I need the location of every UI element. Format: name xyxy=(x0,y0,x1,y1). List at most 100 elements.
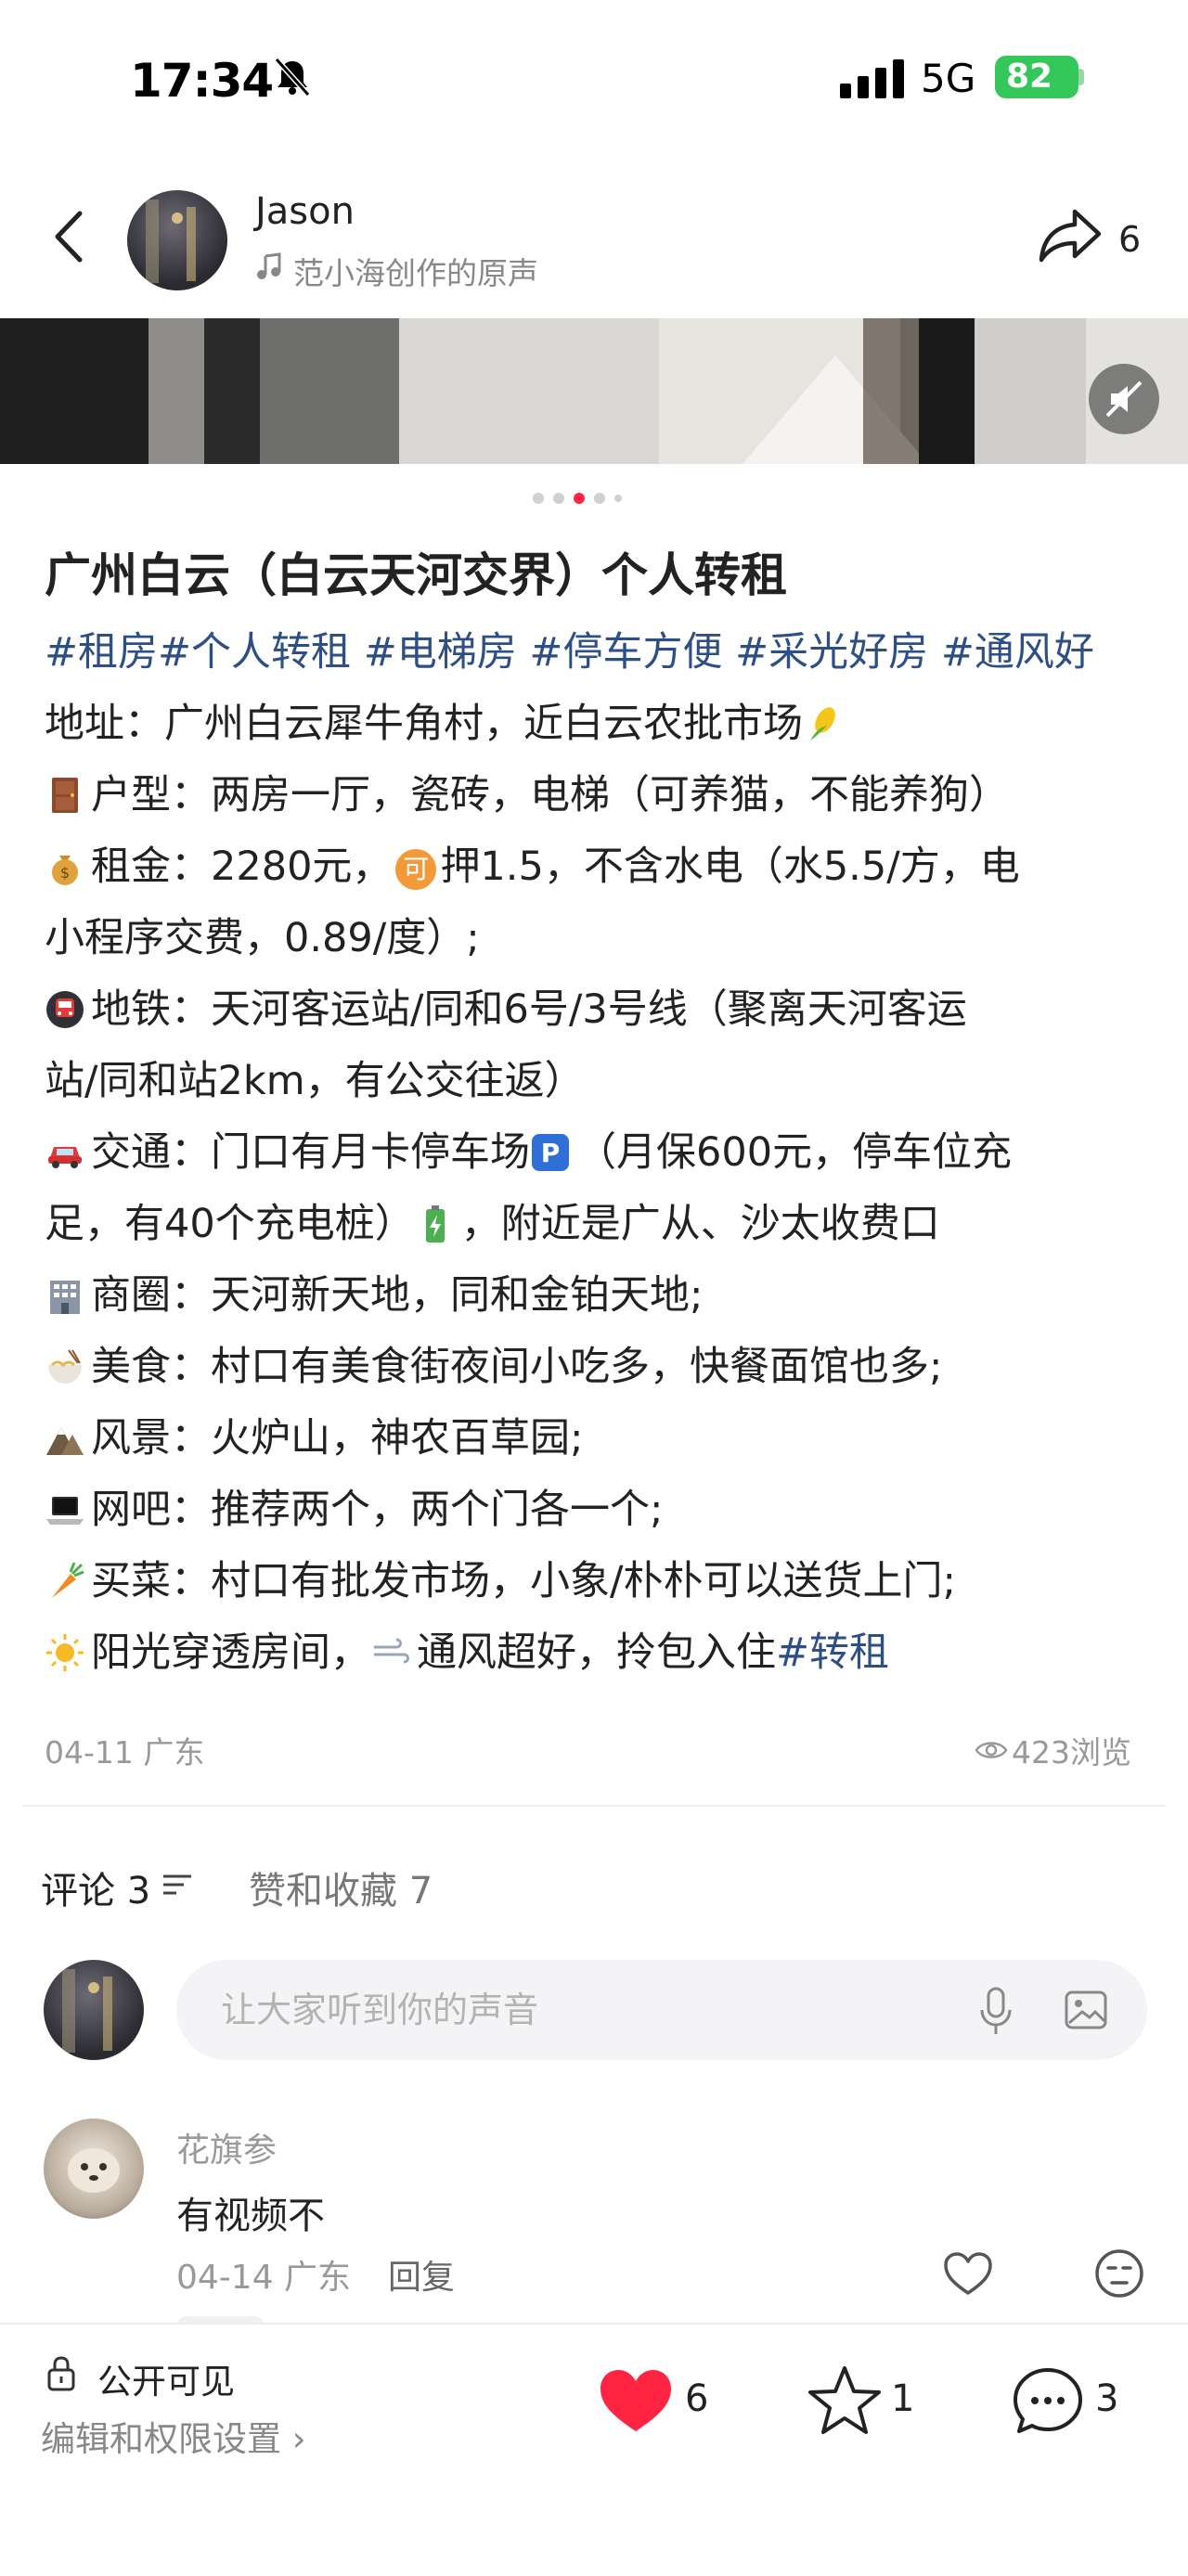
parking-icon: P xyxy=(532,1134,569,1171)
heart-outline-icon[interactable] xyxy=(942,2250,994,2297)
lock-icon xyxy=(47,2356,75,2391)
post-line-food: 美食：村口有美食街夜间小吃多，快餐面馆也多; xyxy=(45,1344,943,1392)
sunlight-text: 阳光穿透房间， xyxy=(91,1629,370,1676)
transport-text-2: （月保600元，停车位充 xyxy=(576,1129,1013,1176)
carrot-icon xyxy=(52,1562,84,1598)
comment-text: 有视频不 xyxy=(176,2195,325,2237)
pager-dot-active xyxy=(574,493,585,504)
netcafe-text: 网吧：推荐两个，两个门各一个; xyxy=(91,1487,664,1533)
sun-icon xyxy=(46,1634,84,1671)
tab-comments[interactable]: 评论 3 xyxy=(41,1861,150,1914)
ventilation-text: 通风超好，拎包入住 xyxy=(417,1629,776,1676)
post-line-metro: 地铁：天河客运站/同和6号/3号线（聚离天河客运 xyxy=(45,986,967,1035)
reply-button[interactable]: 回复 xyxy=(388,2250,455,2299)
image-pager xyxy=(533,493,644,504)
post-line-rent: $ 租金：2280元， 可押1.5，不含水电（水5.5/方，电 xyxy=(45,844,1020,892)
layout-text: 户型：两房一厅，瓷砖，电梯（可养猫，不能养狗） xyxy=(91,772,1009,818)
status-time: 17:34 xyxy=(130,54,274,108)
corn-icon xyxy=(810,707,835,741)
wind-icon xyxy=(374,1638,409,1664)
post-line-transport-2: 足，有40个充电桩） ，附近是广从、沙太收费口 xyxy=(45,1201,940,1249)
post-photo[interactable] xyxy=(0,318,1188,464)
noodle-bowl-icon xyxy=(48,1349,82,1384)
comment-date-location: 04-14 广东 xyxy=(176,2259,352,2297)
food-text: 美食：村口有美食街夜间小吃多，快餐面馆也多; xyxy=(91,1344,943,1390)
eye-icon xyxy=(975,1742,1008,1758)
battery-indicator: 82 xyxy=(995,56,1078,98)
emoji-icon[interactable] xyxy=(1093,2248,1145,2299)
post-title: 广州白云（白云天河交界）个人转租 xyxy=(45,548,787,602)
post-line-scenery: 风景：火炉山，神农百草园; xyxy=(45,1415,584,1463)
car-icon xyxy=(48,1147,82,1168)
pager-dot xyxy=(533,493,544,504)
author-name[interactable]: Jason xyxy=(255,190,355,233)
mute-button[interactable] xyxy=(1089,364,1159,434)
music-note-icon xyxy=(257,252,281,279)
pager-dot xyxy=(594,493,605,504)
metro-text: 地铁：天河客运站/同和6号/3号线（聚离天河客运 xyxy=(91,986,967,1033)
view-count: 423浏览 xyxy=(1012,1734,1131,1771)
money-bag-icon: $ xyxy=(52,856,78,885)
commenter-avatar[interactable] xyxy=(44,2119,144,2219)
signal-icon xyxy=(840,59,904,98)
post-line-netcafe: 网吧：推荐两个，两个门各一个; xyxy=(45,1487,664,1535)
post-line-groceries: 买菜：村口有批发市场，小象/朴朴可以送货上门; xyxy=(45,1558,956,1606)
deposit-badge: 可 xyxy=(395,849,437,890)
star-icon[interactable] xyxy=(807,2364,882,2437)
tab-likes-favorites[interactable]: 赞和收藏 7 xyxy=(249,1861,433,1914)
network-label: 5G xyxy=(921,56,976,101)
shopping-text: 商圈：天河新天地，同和金铂天地; xyxy=(91,1272,704,1319)
post-line-metro-2: 站/同和站2km，有公交往返） xyxy=(45,1058,585,1104)
transport-text-4: ，附近是广从、沙太收费口 xyxy=(460,1201,940,1247)
post-date-location: 04-11 广东 xyxy=(45,1734,205,1771)
groceries-text: 买菜：村口有批发市场，小象/朴朴可以送货上门; xyxy=(91,1558,956,1604)
mic-icon[interactable] xyxy=(978,1986,1014,2036)
post-line-rent-2: 小程序交费，0.89/度）; xyxy=(45,915,480,961)
commenter-name[interactable]: 花旗参 xyxy=(176,2123,277,2171)
metro-icon xyxy=(46,991,84,1028)
mountain-icon xyxy=(46,1427,84,1455)
sort-icon[interactable] xyxy=(160,1871,195,1899)
edit-permissions-link[interactable]: 编辑和权限设置 › xyxy=(41,2411,306,2461)
svg-text:P: P xyxy=(541,1138,561,1168)
address-text: 地址：广州白云犀牛角村，近白云农批市场 xyxy=(45,701,803,747)
sublet-hashtag[interactable]: #转租 xyxy=(776,1629,889,1676)
image-icon[interactable] xyxy=(1064,1988,1108,2032)
building-icon xyxy=(50,1281,80,1314)
battery-cap xyxy=(1078,69,1084,85)
pager-dot xyxy=(614,495,622,502)
my-avatar xyxy=(44,1960,144,2060)
battery-emoji-icon xyxy=(425,1205,445,1243)
bell-slash-icon xyxy=(274,57,311,97)
laptop-icon xyxy=(46,1497,84,1525)
post-line-transport: 交通：门口有月卡停车场 P （月保600元，停车位充 xyxy=(45,1129,1012,1178)
like-count: 6 xyxy=(685,2377,709,2420)
rent-text: 租金：2280元， xyxy=(91,844,393,890)
post-line-address: 地址：广州白云犀牛角村，近白云农批市场 xyxy=(45,701,849,749)
visibility-label[interactable]: 公开可见 xyxy=(97,2353,235,2403)
deposit-badge-text: 可 xyxy=(403,854,430,884)
author-avatar[interactable] xyxy=(127,190,227,290)
svg-text:$: $ xyxy=(60,864,70,882)
post-line-shopping: 商圈：天河新天地，同和金铂天地; xyxy=(45,1272,704,1320)
heart-icon[interactable] xyxy=(598,2366,674,2435)
post-hashtags[interactable]: #租房#个人转租 #电梯房 #停车方便 #采光好房 #通风好 xyxy=(45,629,1094,677)
pager-dot xyxy=(553,493,564,504)
share-count: 6 xyxy=(1118,219,1142,260)
post-line-sunlight: 阳光穿透房间， 通风超好，拎包入住#转租 xyxy=(45,1629,889,1678)
post-line-layout: 户型：两房一厅，瓷砖，电梯（可养猫，不能养狗） xyxy=(45,772,1009,820)
transport-text: 交通：门口有月卡停车场 xyxy=(91,1129,530,1176)
back-chevron-icon[interactable] xyxy=(46,204,93,269)
favorite-count: 1 xyxy=(891,2377,915,2420)
music-source[interactable]: 范小海创作的原声 xyxy=(293,249,538,293)
share-icon[interactable] xyxy=(1038,206,1104,264)
transport-text-3: 足，有40个充电桩） xyxy=(45,1201,415,1247)
deposit-text: 押1.5，不含水电（水5.5/方，电 xyxy=(440,844,1020,890)
mute-icon xyxy=(1105,380,1143,418)
door-icon xyxy=(52,778,78,813)
comment-bubble-icon[interactable] xyxy=(1012,2366,1084,2437)
scenery-text: 风景：火炉山，神农百草园; xyxy=(91,1415,584,1462)
battery-level: 82 xyxy=(1006,58,1053,96)
divider xyxy=(22,1805,1166,1807)
comment-count: 3 xyxy=(1095,2377,1119,2420)
